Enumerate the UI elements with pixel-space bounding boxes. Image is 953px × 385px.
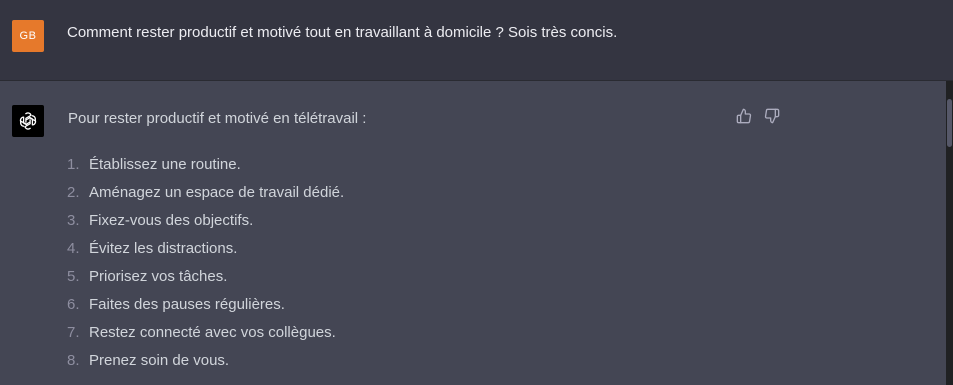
list-item-text: Priorisez vos tâches.	[89, 268, 228, 285]
list-item-text: Aménagez un espace de travail dédié.	[89, 184, 345, 201]
thumbs-up-icon[interactable]	[736, 108, 752, 124]
assistant-avatar	[12, 105, 44, 137]
list-item-text: Fixez-vous des objectifs.	[89, 212, 254, 229]
list-item-text: Évitez les distractions.	[89, 240, 238, 257]
feedback-buttons	[736, 108, 780, 124]
assistant-intro-text: Pour rester productif et motivé en télét…	[68, 110, 367, 127]
list-item: 8. Prenez soin de vous.	[67, 351, 344, 379]
list-item-number: 8.	[67, 352, 80, 369]
list-item: 5. Priorisez vos tâches.	[67, 267, 344, 295]
list-item-number: 7.	[67, 324, 80, 341]
user-avatar: GB	[12, 20, 44, 52]
list-item-number: 5.	[67, 268, 80, 285]
assistant-message: Pour rester productif et motivé en télét…	[0, 81, 946, 385]
list-item-number: 2.	[67, 184, 80, 201]
list-item: 4. Évitez les distractions.	[67, 239, 344, 267]
list-item-number: 6.	[67, 296, 80, 313]
list-item: 1. Établissez une routine.	[67, 155, 344, 183]
list-item: 3. Fixez-vous des objectifs.	[67, 211, 344, 239]
user-message: GB Comment rester productif et motivé to…	[0, 0, 953, 81]
list-item-text: Faites des pauses régulières.	[89, 296, 285, 313]
list-item-number: 3.	[67, 212, 80, 229]
list-item: 2. Aménagez un espace de travail dédié.	[67, 183, 344, 211]
list-item: 6. Faites des pauses régulières.	[67, 295, 344, 323]
chat-page: GB Comment rester productif et motivé to…	[0, 0, 953, 385]
thumbs-down-icon[interactable]	[764, 108, 780, 124]
list-item-text: Restez connecté avec vos collègues.	[89, 324, 336, 341]
list-item-text: Établissez une routine.	[89, 156, 241, 173]
scrollbar-thumb[interactable]	[947, 99, 952, 147]
list-item-text: Prenez soin de vous.	[89, 352, 230, 369]
list-item-number: 4.	[67, 240, 80, 257]
answer-list: 1. Établissez une routine. 2. Aménagez un …	[67, 155, 344, 379]
scrollbar[interactable]	[946, 81, 953, 385]
list-item: 7. Restez connecté avec vos collègues.	[67, 323, 344, 351]
openai-logo-icon	[19, 112, 37, 130]
list-item-number: 1.	[67, 156, 80, 173]
user-message-text: Comment rester productif et motivé tout …	[67, 24, 618, 41]
